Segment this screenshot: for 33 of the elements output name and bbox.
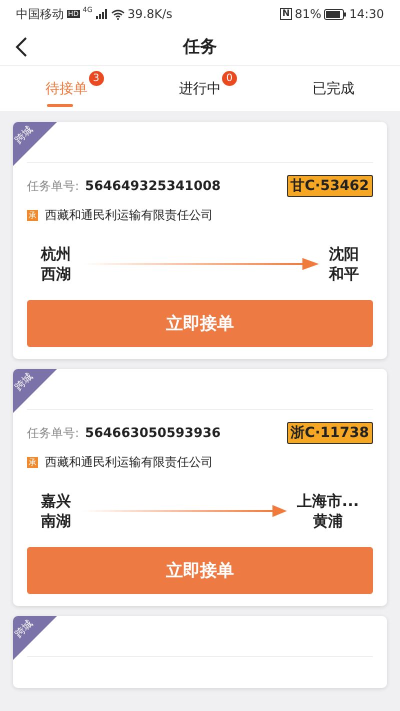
battery-icon	[324, 8, 346, 20]
tab[interactable]: 待接单 3	[0, 66, 134, 111]
order-number: 564663050593936	[85, 426, 221, 440]
page-title: 任务	[183, 36, 217, 58]
company-mark: 承	[27, 210, 38, 221]
accept-button[interactable]: 立即接单	[27, 300, 373, 347]
destination-city: 上海市... 黄浦	[296, 491, 359, 531]
company-name: 西藏和通民利运输有限责任公司	[45, 454, 213, 471]
corner-tag: 跨城	[13, 122, 57, 166]
battery-percent: 81%	[294, 7, 322, 21]
tab[interactable]: 已完成	[266, 66, 400, 111]
carrier-text: 中国移动	[16, 6, 64, 22]
accept-button[interactable]: 立即接单	[27, 547, 373, 594]
count-badge: 3	[88, 71, 104, 86]
license-plate: 甘C·53462	[286, 175, 373, 197]
order-label: 任务单号:	[27, 178, 80, 194]
tab[interactable]: 进行中 0	[133, 66, 267, 111]
license-plate: 浙C·11738	[286, 422, 373, 444]
origin-city: 杭州 西湖	[41, 244, 71, 284]
corner-tag: 跨城	[13, 616, 57, 660]
nfc-indicator: N	[280, 8, 292, 20]
clock-time: 14:30	[349, 7, 384, 21]
wifi-icon	[110, 8, 125, 20]
company-name: 西藏和通民利运输有限责任公司	[45, 207, 213, 224]
destination-city: 沈阳 和平	[329, 244, 359, 284]
company-mark: 承	[27, 457, 38, 468]
signal-icon	[96, 9, 108, 19]
corner-tag: 跨城	[13, 369, 57, 413]
order-number: 564649325341008	[85, 178, 221, 194]
order-label: 任务单号:	[27, 424, 80, 442]
network-speed: 39.8K/s	[128, 7, 172, 21]
count-badge: 0	[222, 71, 237, 86]
origin-city: 嘉兴 南湖	[41, 491, 71, 531]
